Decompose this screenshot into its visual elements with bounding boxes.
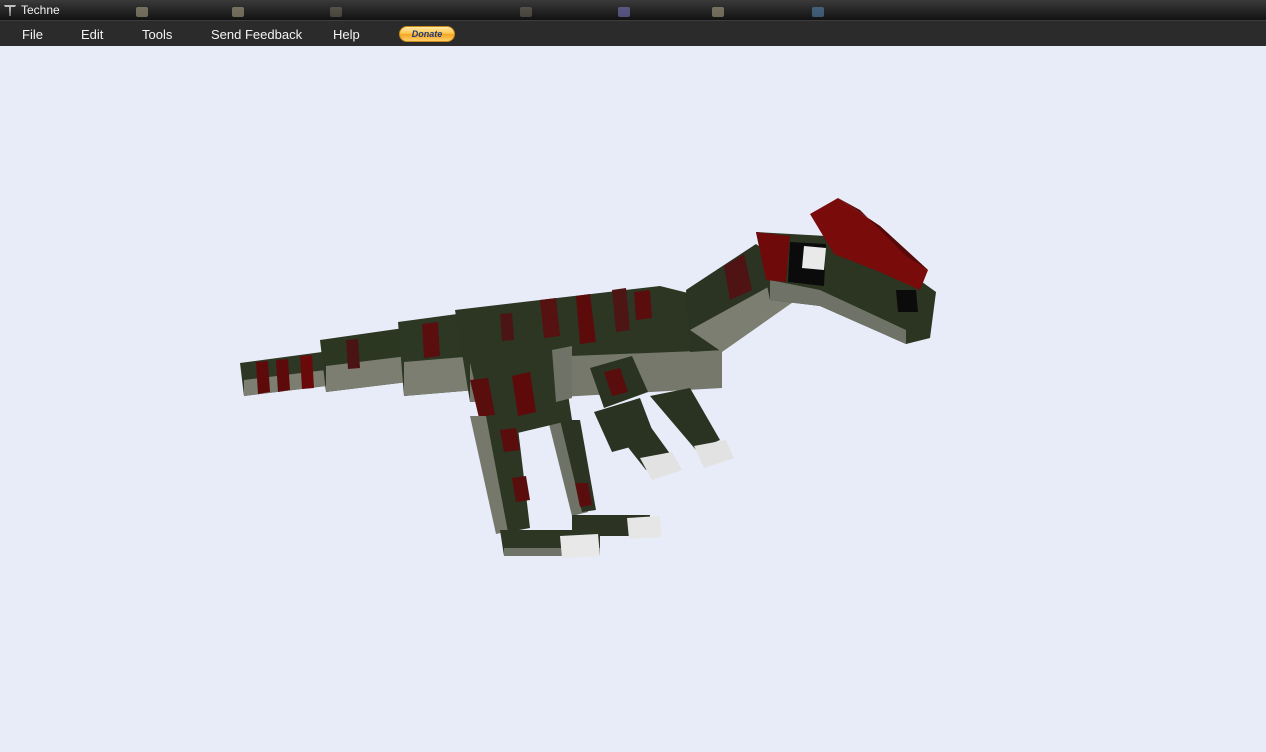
donate-button[interactable]: Donate [399,26,455,42]
menu-tools[interactable]: Tools [142,21,172,46]
techne-logo-icon [4,5,16,16]
3d-viewport[interactable] [0,46,1266,752]
menu-bar: File Edit Tools Send Feedback Help Donat… [0,20,1266,46]
raptor-model[interactable] [0,46,1266,752]
near-foot-claw [560,534,600,558]
menu-file[interactable]: File [22,21,43,46]
menu-send-feedback[interactable]: Send Feedback [211,21,302,46]
menu-edit[interactable]: Edit [81,21,103,46]
nostril [896,290,918,312]
window-title: Techne [21,3,60,17]
far-back-claw [627,516,662,539]
title-bar: Techne [0,0,1266,20]
menu-help[interactable]: Help [333,21,360,46]
